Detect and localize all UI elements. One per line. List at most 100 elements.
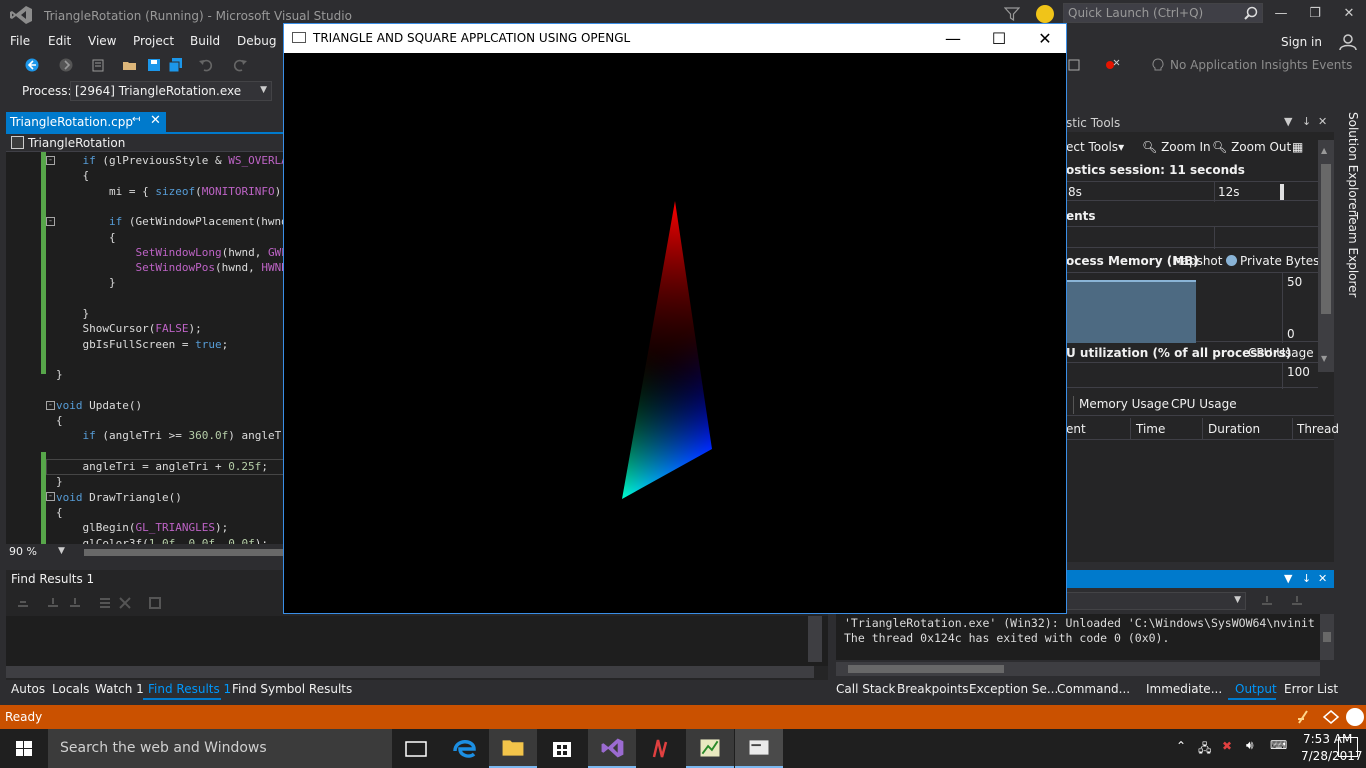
tab-autos[interactable]: Autos bbox=[11, 682, 45, 696]
output-horizontal-scrollbar[interactable] bbox=[836, 662, 1320, 676]
menu-project[interactable]: Project bbox=[133, 34, 174, 48]
save-icon[interactable] bbox=[146, 57, 162, 73]
find-results-list[interactable] bbox=[6, 616, 828, 666]
menu-edit[interactable]: Edit bbox=[48, 34, 71, 48]
chart-app-icon[interactable] bbox=[686, 729, 734, 768]
new-project-icon[interactable] bbox=[90, 57, 106, 73]
scroll-thumb[interactable] bbox=[848, 665, 1004, 673]
collapse-outline-icon[interactable]: - bbox=[46, 217, 55, 226]
next-result-icon[interactable] bbox=[68, 596, 82, 610]
volume-icon[interactable]: 🔊︎ bbox=[1246, 738, 1254, 753]
timeline-ruler[interactable]: 8s 12s bbox=[1066, 181, 1318, 202]
open-file-icon[interactable] bbox=[122, 57, 138, 73]
output-vertical-scrollbar[interactable] bbox=[1320, 614, 1334, 660]
account-icon[interactable] bbox=[1338, 33, 1358, 51]
minimize-button[interactable]: — bbox=[930, 24, 976, 53]
previous-result-icon[interactable] bbox=[46, 596, 60, 610]
minimize-button[interactable]: — bbox=[1266, 4, 1296, 24]
tab-command-window[interactable]: Command... bbox=[1057, 682, 1130, 696]
cancel-find-icon[interactable] bbox=[118, 596, 132, 610]
file-explorer-icon[interactable] bbox=[489, 729, 537, 768]
visual-studio-taskbar-icon[interactable] bbox=[588, 729, 636, 768]
navigate-forward-icon[interactable] bbox=[58, 57, 74, 73]
source-control-icon[interactable] bbox=[1322, 709, 1340, 725]
menu-debug[interactable]: Debug bbox=[237, 34, 276, 48]
reset-view-icon[interactable]: ▦ bbox=[1292, 140, 1303, 154]
close-button[interactable]: ✕ bbox=[1022, 24, 1068, 53]
code-editor[interactable]: - - - - if (glPreviousStyle & WS_OVERLA … bbox=[6, 152, 284, 544]
zoom-in-button[interactable]: 🔍︎ Zoom In bbox=[1142, 140, 1211, 154]
taskbar-search-box[interactable]: Search the web and Windows bbox=[48, 729, 392, 768]
scroll-up-icon[interactable]: ▲ bbox=[1321, 146, 1327, 155]
opengl-window[interactable]: TRIANGLE AND SQUARE APPLCATION USING OPE… bbox=[283, 23, 1067, 614]
tab-immediate-window[interactable]: Immediate... bbox=[1146, 682, 1222, 696]
column-thread[interactable]: Thread bbox=[1297, 422, 1339, 436]
tab-cpu-usage[interactable]: CPU Usage bbox=[1171, 397, 1237, 411]
edge-browser-icon[interactable] bbox=[440, 729, 488, 768]
antivirus-icon[interactable]: ✖ bbox=[1222, 739, 1232, 753]
process-dropdown[interactable]: [2964] TriangleRotation.exe ▼ bbox=[70, 81, 272, 101]
clear-results-icon[interactable] bbox=[98, 596, 112, 610]
menu-build[interactable]: Build bbox=[190, 34, 220, 48]
tab-find-symbol-results[interactable]: Find Symbol Results bbox=[232, 682, 352, 696]
redo-icon[interactable] bbox=[232, 57, 248, 73]
column-duration[interactable]: Duration bbox=[1208, 422, 1260, 436]
tab-find-results-1[interactable]: Find Results 1 bbox=[148, 682, 231, 696]
output-text[interactable]: 'TriangleRotation.exe' (Win32): Unloaded… bbox=[836, 614, 1320, 660]
notification-icon[interactable] bbox=[1346, 708, 1364, 726]
task-view-icon[interactable] bbox=[392, 729, 440, 768]
go-to-location-icon[interactable] bbox=[16, 596, 30, 610]
find-horizontal-scrollbar[interactable] bbox=[6, 666, 814, 678]
show-hidden-icons[interactable]: ⌃ bbox=[1176, 739, 1186, 753]
collapse-outline-icon[interactable]: - bbox=[46, 492, 55, 501]
navigate-back-icon[interactable] bbox=[24, 57, 40, 73]
tab-call-stack[interactable]: Call Stack bbox=[836, 682, 895, 696]
close-button[interactable]: ✕ bbox=[1334, 4, 1364, 24]
debug-pin-icon[interactable] bbox=[1066, 57, 1082, 73]
pin-icon[interactable]: ↤ bbox=[132, 114, 140, 125]
team-explorer-tab[interactable]: Team Explorer bbox=[1338, 212, 1360, 298]
undo-icon[interactable] bbox=[198, 57, 214, 73]
save-all-icon[interactable] bbox=[168, 57, 184, 73]
clear-breakpoints-icon[interactable] bbox=[1104, 57, 1120, 73]
tab-error-list[interactable]: Error List bbox=[1284, 682, 1338, 696]
column-event[interactable]: ent bbox=[1066, 422, 1086, 436]
scroll-thumb[interactable] bbox=[1321, 164, 1331, 314]
tab-memory-usage[interactable]: Memory Usage bbox=[1079, 397, 1169, 411]
clear-all-icon[interactable] bbox=[1290, 594, 1304, 608]
chevron-down-icon[interactable]: ▼ bbox=[1284, 572, 1292, 585]
select-tools-button[interactable]: ect Tools▾ bbox=[1066, 140, 1124, 154]
collapse-outline-icon[interactable]: - bbox=[46, 401, 55, 410]
column-time[interactable]: Time bbox=[1136, 422, 1165, 436]
clock-date[interactable]: 7/28/2017 bbox=[1301, 749, 1363, 763]
navigation-bar[interactable]: TriangleRotation bbox=[6, 134, 284, 152]
sign-in-link[interactable]: Sign in bbox=[1281, 35, 1322, 49]
scroll-down-icon[interactable]: ▼ bbox=[1321, 354, 1327, 363]
find-vertical-scrollbar[interactable] bbox=[808, 616, 822, 662]
horizontal-scrollbar[interactable] bbox=[84, 549, 284, 556]
diagnostic-vertical-scrollbar[interactable]: ▲ ▼ bbox=[1318, 140, 1334, 372]
tab-output[interactable]: Output bbox=[1235, 682, 1277, 696]
publish-icon[interactable] bbox=[1296, 709, 1310, 725]
solution-explorer-tab[interactable]: Solution Explorer bbox=[1338, 112, 1360, 215]
feedback-smiley-icon[interactable] bbox=[1036, 5, 1054, 23]
zoom-level[interactable]: 90 % bbox=[9, 545, 37, 558]
timeline-marker[interactable] bbox=[1280, 184, 1284, 200]
quick-launch-input[interactable]: Quick Launch (Ctrl+Q) bbox=[1063, 3, 1263, 23]
close-icon[interactable]: ✕ bbox=[1318, 572, 1327, 585]
menu-file[interactable]: File bbox=[10, 34, 30, 48]
stop-find-icon[interactable] bbox=[148, 596, 162, 610]
close-icon[interactable]: ✕ bbox=[150, 113, 161, 128]
store-icon[interactable] bbox=[538, 729, 586, 768]
chevron-down-icon[interactable]: ▼ bbox=[1284, 115, 1292, 128]
pin-icon[interactable]: ↓ bbox=[1302, 115, 1311, 128]
opengl-window-taskbar-icon[interactable] bbox=[735, 729, 783, 768]
close-icon[interactable]: ✕ bbox=[1318, 115, 1327, 128]
chevron-down-icon[interactable]: ▼ bbox=[58, 546, 65, 556]
clock-time[interactable]: 7:53 AM bbox=[1303, 732, 1352, 746]
find-message-icon[interactable] bbox=[1260, 594, 1274, 608]
document-tab[interactable]: TriangleRotation.cpp ↤ ✕ bbox=[6, 112, 166, 132]
pin-icon[interactable]: ↓ bbox=[1302, 572, 1311, 585]
opengl-window-title-bar[interactable]: TRIANGLE AND SQUARE APPLCATION USING OPE… bbox=[284, 24, 1066, 53]
keyboard-input-icon[interactable]: ⌨ bbox=[1270, 738, 1287, 752]
